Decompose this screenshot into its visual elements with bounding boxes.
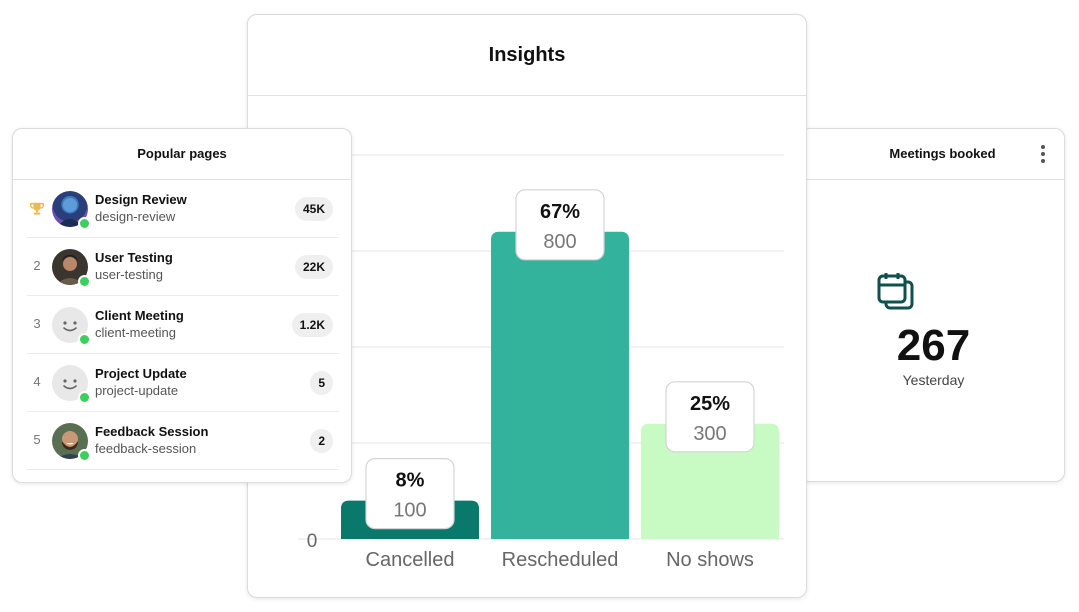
page-view-count: 2 [310, 429, 333, 453]
page-name: Project Update [95, 366, 187, 381]
y-tick-label: 0 [307, 531, 318, 552]
avatar [52, 365, 91, 404]
page-slug: feedback-session [95, 441, 197, 456]
percent-label: 8% [396, 470, 425, 492]
page-row-2[interactable]: 2 User Testing user-testing 22K [27, 238, 339, 296]
page-view-count: 45K [294, 197, 333, 221]
popular-pages-title: Popular pages [13, 129, 351, 180]
value-label: 300 [693, 423, 726, 445]
rank-number: 4 [33, 374, 41, 389]
page-slug: project-update [95, 383, 179, 398]
avatar [52, 423, 91, 462]
more-options-icon[interactable] [1040, 145, 1046, 163]
online-status-dot [78, 333, 91, 346]
popular-pages-card: Popular pages Design Review design-revie… [12, 128, 352, 483]
rank-number: 5 [33, 432, 41, 447]
category-label: Rescheduled [502, 549, 619, 571]
page-name: Client Meeting [95, 308, 184, 323]
page-name: User Testing [95, 250, 173, 265]
meetings-booked-title: Meetings booked [801, 129, 1064, 180]
avatar [52, 307, 91, 346]
avatar [52, 191, 91, 230]
online-status-dot [78, 391, 91, 404]
page-view-count: 22K [294, 255, 333, 279]
page-slug: client-meeting [95, 325, 176, 340]
meetings-period-label: Yesterday [902, 372, 965, 388]
trophy-icon [29, 202, 45, 215]
page-row-5[interactable]: 5 Feedback Session feedback-session 2 [27, 412, 339, 470]
rank-number: 2 [33, 258, 41, 273]
page-row-1[interactable]: Design Review design-review 45K [27, 180, 339, 238]
page-slug: user-testing [95, 267, 163, 282]
calendar-stack-icon [877, 273, 914, 310]
page-view-count: 1.2K [291, 313, 333, 337]
page-name: Design Review [95, 192, 187, 207]
page-row-4[interactable]: 4 Project Update project-update 5 [27, 354, 339, 412]
value-label: 100 [393, 500, 426, 522]
rank-number: 3 [33, 316, 41, 331]
online-status-dot [78, 275, 91, 288]
percent-label: 67% [540, 201, 580, 223]
online-status-dot [78, 217, 91, 230]
meetings-booked-card: Meetings booked 267 Yesterday [800, 128, 1065, 482]
bar-rescheduled [491, 231, 629, 540]
category-label: Cancelled [366, 549, 455, 571]
category-label: No shows [666, 549, 754, 571]
page-row-3[interactable]: 3 Client Meeting client-meeting 1.2K [27, 296, 339, 354]
percent-label: 25% [690, 393, 730, 415]
online-status-dot [78, 449, 91, 462]
avatar [52, 249, 91, 288]
meetings-count: 267 [896, 321, 971, 370]
page-slug: design-review [95, 209, 176, 224]
page-view-count: 5 [310, 371, 333, 395]
page-name: Feedback Session [95, 424, 209, 439]
value-label: 800 [543, 231, 576, 253]
